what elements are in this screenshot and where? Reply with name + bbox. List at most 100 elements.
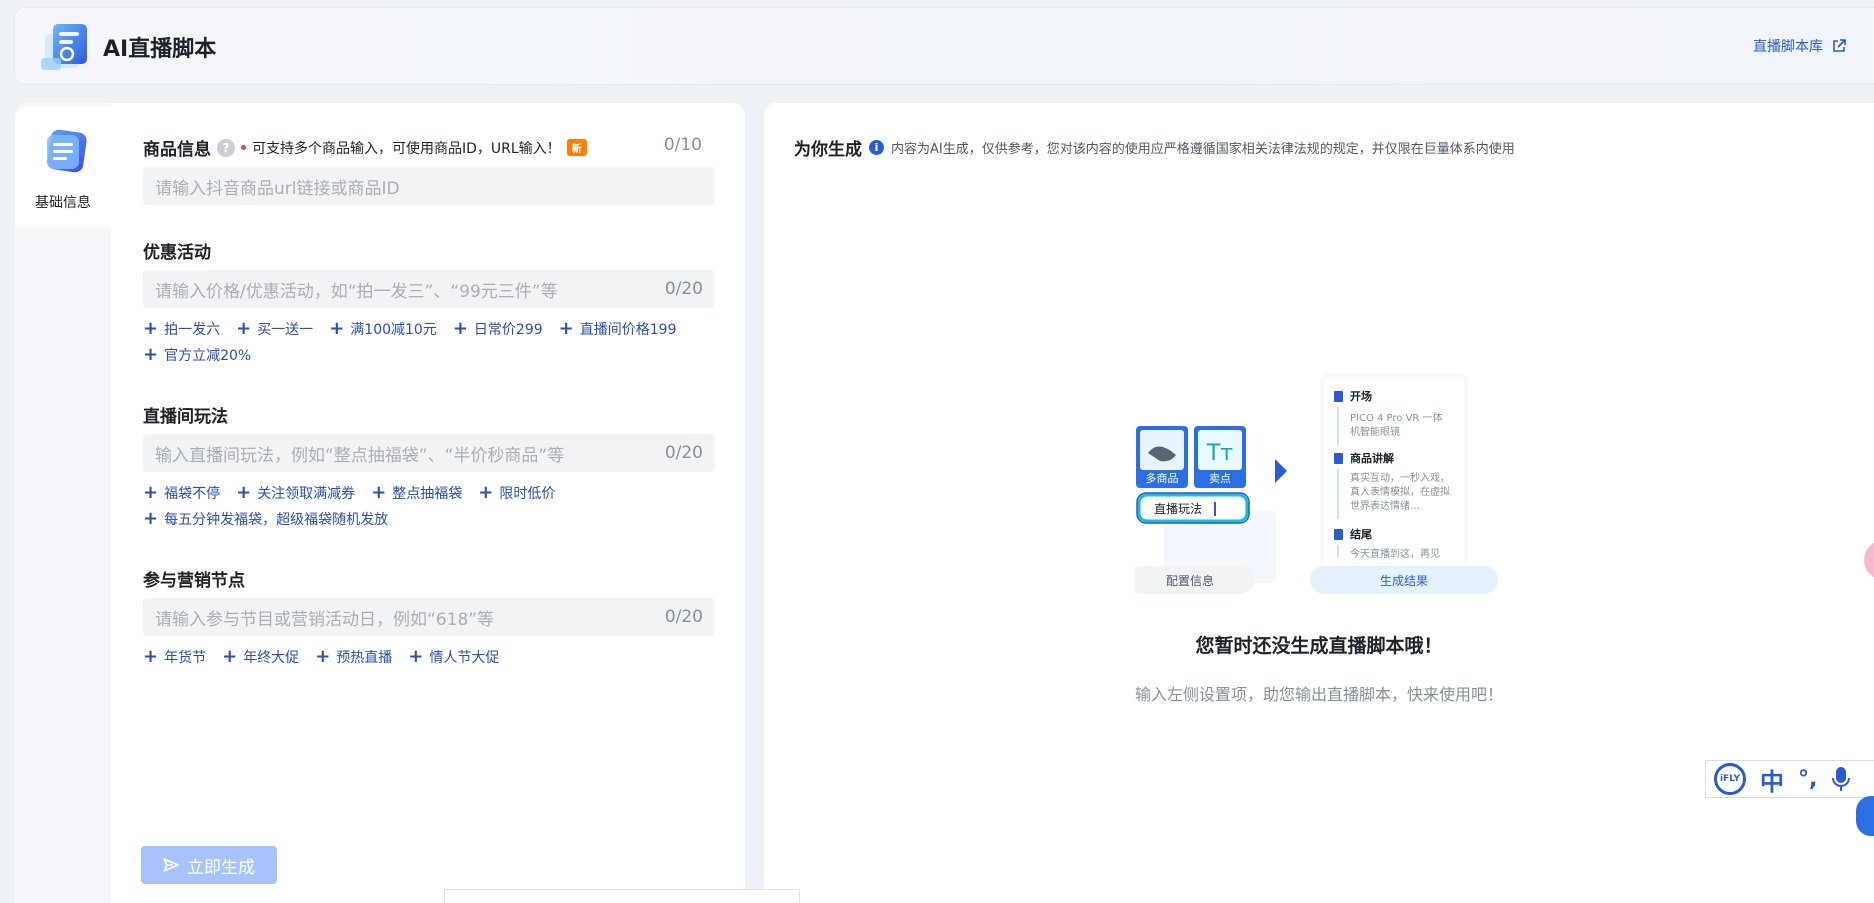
gameplay-input-placeholder: 输入直播间玩法，例如“整点抽福袋”、“半价秒商品”等 <box>155 445 565 466</box>
chip-label: 买一送一 <box>257 322 314 338</box>
plus-icon: + <box>236 482 252 503</box>
chip-label: 满100减10元 <box>350 322 437 338</box>
marketing-chips: + 年货节 + 年终大促 + 预热直播 + 情人节大促 <box>143 647 723 667</box>
gameplay-chip[interactable]: + 限时低价 <box>478 483 555 503</box>
send-icon <box>163 858 179 872</box>
gameplay-chip[interactable]: + 每五分钟发福袋，超级福袋随机发放 <box>143 509 388 529</box>
illus-multi-product-label: 多商品 <box>1146 471 1179 485</box>
plus-icon: + <box>408 646 424 667</box>
plus-icon: + <box>143 318 159 339</box>
app-logo-icon <box>41 24 87 70</box>
promo-input[interactable]: 请输入价格/优惠活动，如“拍一发三”、“99元三件”等 0/20 <box>143 270 715 308</box>
gameplay-chip[interactable]: + 关注领取满减券 <box>236 483 355 503</box>
promo-chip[interactable]: + 官方立减20% <box>143 345 251 365</box>
script-library-link[interactable]: 直播脚本库 <box>1753 36 1847 56</box>
illus-selling-point-label: 卖点 <box>1209 472 1231 485</box>
floating-mascot[interactable] <box>1856 796 1874 836</box>
gameplay-counter: 0/20 <box>664 443 703 463</box>
plus-icon: + <box>478 482 494 503</box>
marketing-section-title: 参与营销节点 <box>143 571 245 591</box>
promo-chip[interactable]: + 满100减10元 <box>329 319 437 339</box>
chip-label: 预热直播 <box>336 650 393 666</box>
chip-label: 每五分钟发福袋，超级福袋随机发放 <box>164 512 389 528</box>
promo-input-placeholder: 请输入价格/优惠活动，如“拍一发三”、“99元三件”等 <box>155 281 558 302</box>
required-dot <box>241 145 246 150</box>
chip-label: 年货节 <box>164 650 207 666</box>
chip-label: 整点抽福袋 <box>392 486 463 502</box>
plus-icon: + <box>315 646 331 667</box>
microphone-icon[interactable] <box>1831 766 1851 792</box>
marketing-section-header: 参与营销节点 <box>143 566 245 591</box>
marketing-chip[interactable]: + 预热直播 <box>315 647 392 667</box>
plus-icon: + <box>143 508 159 529</box>
chip-label: 拍一发六 <box>164 322 221 338</box>
illus-result-label: 生成结果 <box>1380 574 1428 588</box>
generate-button[interactable]: 立即生成 <box>141 846 277 884</box>
marketing-input[interactable]: 请输入参与节目或营销活动日，例如“618”等 0/20 <box>143 598 715 636</box>
language-toggle[interactable]: 中 <box>1760 762 1784 797</box>
promo-chip[interactable]: + 日常价299 <box>453 319 543 339</box>
illus-section-1-line-2: 机智能眼镜 <box>1350 425 1400 438</box>
external-link-icon <box>1833 39 1846 52</box>
illus-gameplay-label: 直播玩法 <box>1154 502 1202 516</box>
result-header: 为你生成 i 内容为AI生成，仅供参考，您对该内容的使用应严格遵循国家相关法律法… <box>794 135 1515 160</box>
plus-icon: + <box>558 318 574 339</box>
nav-rail: 基础信息 <box>15 103 111 903</box>
result-title: 为你生成 <box>794 140 862 160</box>
ifly-logo-icon[interactable]: iFLY <box>1714 763 1746 795</box>
illus-section-2-line-1: 真实互动，一秒入戏， <box>1350 471 1450 484</box>
gameplay-input[interactable]: 输入直播间玩法，例如“整点抽福袋”、“半价秒商品”等 0/20 <box>143 434 715 472</box>
marketing-chip[interactable]: + 年货节 <box>143 647 206 667</box>
settings-panel: 基础信息 商品信息 ? 可支持多个商品输入，可使用商品ID，URL输入！ 新 0… <box>15 103 745 903</box>
chip-label: 日常价299 <box>473 322 543 338</box>
promo-chip[interactable]: + 买一送一 <box>236 319 313 339</box>
help-icon[interactable]: ? <box>217 138 235 157</box>
product-section-title: 商品信息 <box>143 140 211 160</box>
marketing-chip[interactable]: + 年终大促 <box>222 647 299 667</box>
plus-icon: + <box>371 482 387 503</box>
illus-section-1-title: 开场 <box>1350 389 1372 403</box>
result-disclaimer: 内容为AI生成，仅供参考，您对该内容的使用应严格遵循国家相关法律法规的规定，并仅… <box>891 142 1515 157</box>
new-badge: 新 <box>566 139 587 156</box>
promo-chip[interactable]: + 直播间价格199 <box>559 319 677 339</box>
product-input[interactable]: 请输入抖音商品url链接或商品ID <box>143 167 715 205</box>
marketing-counter: 0/20 <box>664 607 703 627</box>
promo-counter: 0/20 <box>664 279 703 299</box>
product-section-header: 商品信息 ? 可支持多个商品输入，可使用商品ID，URL输入！ 新 <box>143 135 587 160</box>
promo-chips: + 拍一发六 + 买一送一 + 满100减10元 + 日常价299 + 直播间价格199 … <box>143 319 723 365</box>
chip-label: 情人节大促 <box>429 650 500 666</box>
document-icon <box>47 129 87 173</box>
ifly-input-toolbar: iFLY 中 °, <box>1705 760 1874 798</box>
generate-button-label: 立即生成 <box>187 857 255 878</box>
app-title: AI直播脚本 <box>103 37 217 62</box>
illus-config-label: 配置信息 <box>1166 573 1214 588</box>
chip-label: 关注领取满减券 <box>257 486 356 502</box>
promo-chip[interactable]: + 拍一发六 <box>143 319 220 339</box>
gameplay-section-title: 直播间玩法 <box>143 407 228 427</box>
empty-state-subtitle: 输入左侧设置项，助您输出直播脚本，快来使用吧！ <box>1134 685 1503 704</box>
plus-icon: + <box>143 482 159 503</box>
gameplay-section-header: 直播间玩法 <box>143 402 228 427</box>
marketing-input-placeholder: 请输入参与节目或营销活动日，例如“618”等 <box>155 609 495 630</box>
info-icon: i <box>869 140 884 155</box>
nav-item-basic-info[interactable]: 基础信息 <box>15 107 111 227</box>
gameplay-chip[interactable]: + 福袋不停 <box>143 483 220 503</box>
marketing-chip[interactable]: + 情人节大促 <box>408 647 499 667</box>
gameplay-chip[interactable]: + 整点抽福袋 <box>371 483 462 503</box>
illus-section-2-title: 商品讲解 <box>1350 451 1394 465</box>
illus-text-glyph: Tт <box>1206 441 1233 466</box>
nav-item-basic-info-label: 基础信息 <box>35 195 91 211</box>
illus-section-1-line-1: PICO 4 Pro VR 一体 <box>1350 412 1443 424</box>
illus-section-3-title: 结尾 <box>1349 527 1372 541</box>
promo-section-header: 优惠活动 <box>143 238 211 263</box>
plus-icon: + <box>143 646 159 667</box>
app-header: AI直播脚本 直播脚本库 <box>15 8 1874 84</box>
plus-icon: + <box>236 318 252 339</box>
product-counter: 0/10 <box>663 135 702 155</box>
illus-section-2-line-3: 世界表达情绪… <box>1350 499 1420 512</box>
illus-section-3-line-1: 今天直播到这，再见 <box>1350 547 1440 560</box>
product-hint: 可支持多个商品输入，可使用商品ID，URL输入！ <box>252 140 561 157</box>
punctuation-toggle[interactable]: °, <box>1798 767 1817 792</box>
plus-icon: + <box>222 646 238 667</box>
illus-section-2-line-2: 真人表情模拟，在虚拟 <box>1350 485 1450 498</box>
